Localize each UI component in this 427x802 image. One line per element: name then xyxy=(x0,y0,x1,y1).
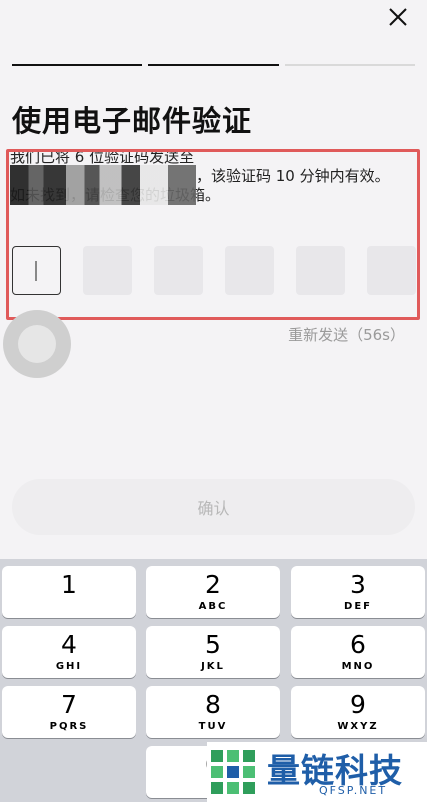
confirm-button[interactable]: 确认 xyxy=(12,479,415,535)
code-input-2[interactable] xyxy=(83,246,132,295)
code-input-3[interactable] xyxy=(154,246,203,295)
code-input-group[interactable] xyxy=(12,246,416,295)
key-1[interactable]: 1 xyxy=(2,566,136,618)
code-input-1[interactable] xyxy=(12,246,61,295)
assistive-touch-button[interactable] xyxy=(3,310,71,378)
watermark: 量链科技 QFSP.NET xyxy=(207,742,427,802)
resend-countdown[interactable]: 重新发送（56s） xyxy=(288,324,405,345)
close-icon[interactable] xyxy=(387,6,409,28)
key-8[interactable]: 8 TUV xyxy=(146,686,280,738)
key-9[interactable]: 9 WXYZ xyxy=(291,686,425,738)
key-5[interactable]: 5 JKL xyxy=(146,626,280,678)
progress-step-3 xyxy=(284,64,415,66)
key-3[interactable]: 3 DEF xyxy=(291,566,425,618)
key-7[interactable]: 7 PQRS xyxy=(2,686,136,738)
progress-steps xyxy=(12,64,415,66)
key-4[interactable]: 4 GHI xyxy=(2,626,136,678)
text-cursor xyxy=(35,261,37,281)
code-input-6[interactable] xyxy=(367,246,416,295)
page-title: 使用电子邮件验证 xyxy=(12,104,253,138)
code-input-5[interactable] xyxy=(296,246,345,295)
code-input-4[interactable] xyxy=(225,246,274,295)
progress-step-2 xyxy=(148,64,279,66)
progress-step-1 xyxy=(12,64,143,66)
key-2[interactable]: 2 ABC xyxy=(146,566,280,618)
key-6[interactable]: 6 MNO xyxy=(291,626,425,678)
watermark-site: QFSP.NET xyxy=(319,784,388,797)
qfsp-logo-icon xyxy=(211,750,255,794)
